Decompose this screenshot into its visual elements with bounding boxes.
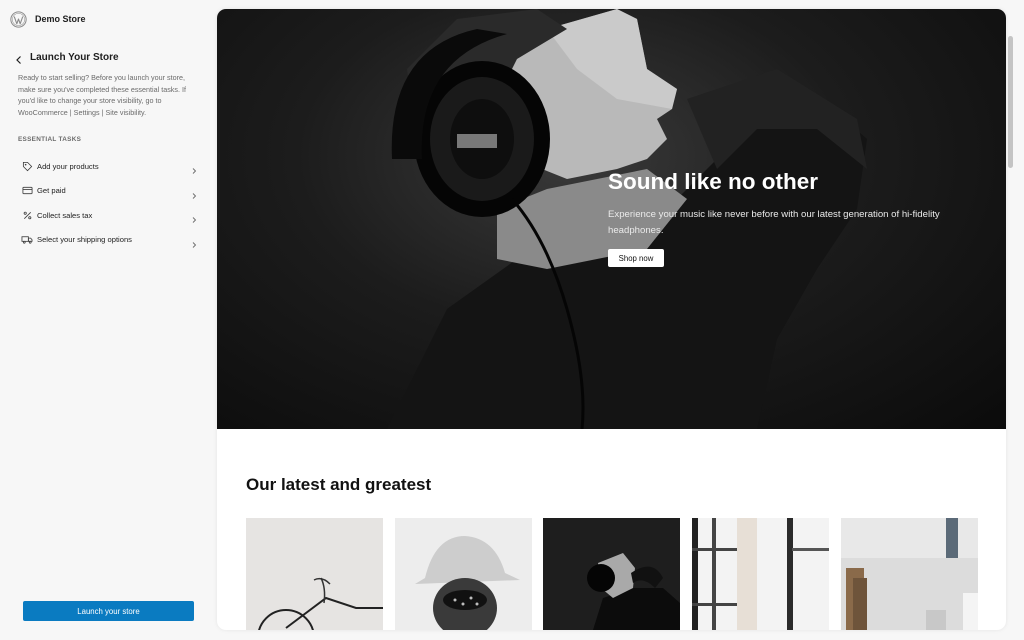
task-list: Add your products Get paid Collect sales… [18,154,202,252]
hero-title: Sound like no other [608,169,819,194]
chevron-right-icon [190,187,198,199]
task-label: Get paid [37,186,66,196]
launch-store-button[interactable]: Launch your store [23,601,194,621]
site-header[interactable]: Demo Store [10,9,86,29]
section-title: Our latest and greatest [246,475,432,494]
panel-title: Launch Your Store [14,50,119,64]
man-with-headphones-photo[interactable] [543,518,680,630]
task-label: Add your products [37,161,99,171]
woman-with-hat-photo[interactable] [395,518,532,630]
percent-icon [21,209,33,221]
credit-card-icon [21,185,33,197]
task-label: Select your shipping options [37,235,132,245]
bicycle-photo[interactable] [246,518,383,630]
panel-description: Ready to start selling? Before you launc… [18,73,186,117]
store-preview[interactable]: Sound like no other Experience your musi… [217,9,1006,630]
wordpress-logo-icon[interactable] [10,10,27,28]
chevron-right-icon [190,211,198,224]
kitchen-jars-photo[interactable] [841,518,978,630]
task-collect-sales-tax[interactable]: Collect sales tax [18,203,202,228]
task-shipping-options[interactable]: Select your shipping options [18,228,202,253]
sidebar: Demo Store Launch Your Store Ready to st… [0,0,217,640]
hero-section: Sound like no other Experience your musi… [217,9,1006,429]
preview-scrollbar-thumb[interactable] [1008,36,1013,168]
window-curtain-photo[interactable] [692,518,829,630]
hero-text: Experience your music like never before … [608,209,940,236]
chevron-right-icon [190,236,198,248]
tag-icon [21,160,33,172]
shop-now-button[interactable]: Shop now [608,249,664,267]
task-get-paid[interactable]: Get paid [18,179,202,204]
task-label: Collect sales tax [37,210,93,220]
panel-title-text: Launch Your Store [30,51,119,63]
essential-tasks-label: ESSENTIAL TASKS [18,136,82,143]
chevron-right-icon [190,162,198,175]
task-add-products[interactable]: Add your products [18,154,202,179]
product-grid [246,518,978,630]
site-name: Demo Store [35,14,86,24]
truck-icon [21,234,33,246]
chevron-left-icon[interactable] [14,52,24,64]
